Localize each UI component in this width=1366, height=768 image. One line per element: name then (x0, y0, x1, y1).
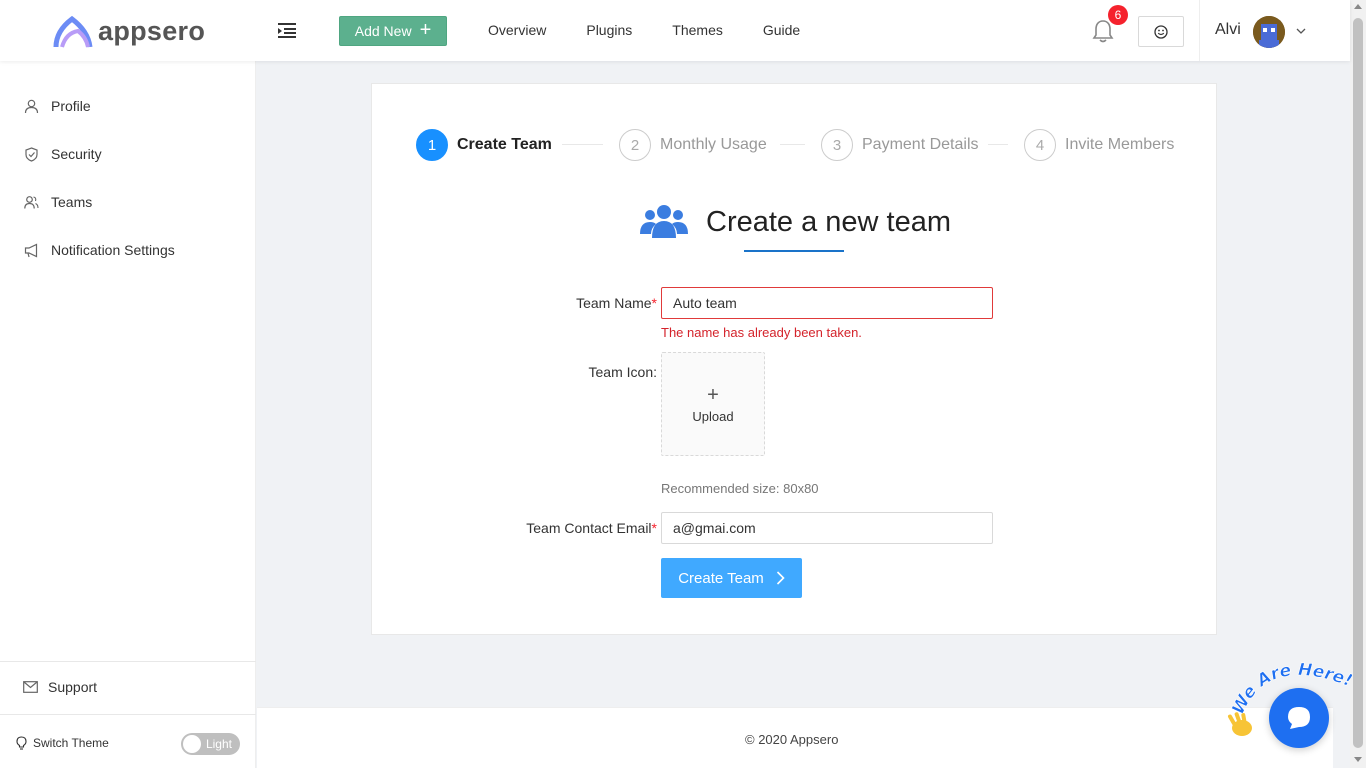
sidebar-item-label: Security (51, 146, 102, 162)
create-team-label: Create Team (678, 569, 764, 587)
logo-text: appsero (98, 15, 206, 46)
feedback-button[interactable] (1138, 16, 1184, 47)
sidebar-item-profile[interactable]: Profile (24, 98, 91, 114)
chevron-right-icon (776, 571, 785, 585)
step-connector (988, 144, 1008, 145)
icon-upload[interactable]: + Upload (661, 352, 765, 456)
step-number: 4 (1024, 129, 1056, 161)
nav-guide[interactable]: Guide (763, 22, 800, 38)
top-nav: Overview Plugins Themes Guide (488, 22, 800, 38)
step-number: 2 (619, 129, 651, 161)
team-name-label-text: Team Name (576, 295, 652, 311)
nav-themes[interactable]: Themes (672, 22, 723, 38)
team-name-input[interactable]: Auto team (661, 287, 993, 319)
email-label-text: Team Contact Email (526, 520, 652, 536)
support-row: Support (0, 661, 256, 715)
title-underline (744, 250, 844, 252)
step-invite-members: 4 Invite Members (1024, 129, 1174, 161)
switch-theme-label: Switch Theme (33, 736, 109, 750)
create-team-card: 1 Create Team 2 Monthly Usage 3 Payment … (371, 83, 1217, 635)
mail-icon (23, 681, 38, 693)
theme-toggle[interactable]: Light (181, 733, 240, 755)
sidebar-item-label: Teams (51, 194, 93, 210)
sidebar-item-security[interactable]: Security (24, 146, 102, 162)
step-number: 3 (821, 129, 853, 161)
notification-badge: 6 (1108, 5, 1128, 25)
create-team-button[interactable]: Create Team (661, 558, 802, 598)
recommended-size-hint: Recommended size: 80x80 (661, 481, 819, 496)
toggle-knob (183, 735, 201, 753)
theme-toggle-label: Light (205, 737, 232, 751)
required-mark: * (651, 520, 657, 536)
chat-button[interactable] (1269, 688, 1329, 748)
top-header: appsero Add New + Overview Plugins Theme… (0, 0, 1350, 61)
appsero-logo-icon (53, 15, 93, 48)
step-label: Invite Members (1065, 136, 1175, 153)
nav-plugins[interactable]: Plugins (586, 22, 632, 38)
support-link[interactable]: Support (23, 679, 97, 695)
avatar[interactable] (1253, 16, 1285, 48)
footer: © 2020 Appsero (257, 707, 1333, 768)
avatar-image (1253, 16, 1285, 48)
team-icon (24, 195, 39, 209)
bulb-icon (16, 736, 27, 750)
team-name-error: The name has already been taken. (661, 325, 862, 340)
switch-theme-row: Switch Theme (16, 736, 109, 750)
copyright: © 2020 Appsero (745, 732, 839, 747)
label-colon: : (653, 364, 657, 380)
chat-bubble-icon (1288, 707, 1310, 729)
step-payment-details: 3 Payment Details (821, 129, 979, 161)
add-new-label: Add New (354, 23, 412, 39)
team-icon-label-text: Team Icon (588, 364, 654, 380)
menu-fold-icon[interactable] (278, 22, 296, 38)
scrollbar[interactable] (1350, 0, 1366, 768)
megaphone-icon (24, 243, 38, 257)
team-name-label: Team Name* (522, 295, 657, 311)
add-new-button[interactable]: Add New + (339, 16, 447, 46)
step-connector (780, 144, 805, 145)
sidebar-item-label: Profile (51, 98, 91, 114)
step-label: Payment Details (862, 136, 979, 153)
plus-icon: + (707, 383, 719, 406)
divider (1199, 0, 1200, 61)
step-number: 1 (416, 129, 448, 161)
user-name[interactable]: Alvi (1215, 21, 1241, 39)
plus-icon: + (419, 19, 432, 41)
sidebar-item-notification-settings[interactable]: Notification Settings (24, 242, 175, 258)
chevron-down-icon[interactable] (1296, 26, 1306, 36)
sidebar: Profile Security Teams Notification Sett… (0, 61, 256, 768)
team-icon-label: Team Icon: (522, 364, 657, 380)
step-create-team: 1 Create Team (416, 129, 552, 161)
scrollbar-thumb[interactable] (1353, 18, 1363, 748)
form-title: Create a new team (640, 204, 951, 240)
team-group-icon (640, 205, 688, 238)
step-monthly-usage: 2 Monthly Usage (619, 129, 767, 161)
page-title: Create a new team (706, 205, 952, 238)
nav-overview[interactable]: Overview (488, 22, 546, 38)
sidebar-item-teams[interactable]: Teams (24, 194, 92, 210)
smile-icon (1154, 24, 1168, 39)
email-label: Team Contact Email* (472, 520, 657, 536)
user-icon (24, 99, 39, 113)
step-connector (562, 144, 603, 145)
logo[interactable]: appsero (52, 13, 205, 49)
scroll-down-arrow[interactable] (1354, 757, 1362, 762)
step-label: Create Team (457, 136, 552, 153)
email-field[interactable]: a@gmai.com (661, 512, 993, 544)
sidebar-item-label: Notification Settings (51, 242, 175, 258)
upload-label: Upload (692, 408, 734, 424)
waving-hand-icon (1228, 712, 1252, 736)
support-label: Support (48, 679, 98, 695)
shield-icon (25, 146, 38, 162)
required-mark: * (651, 295, 657, 311)
scroll-up-arrow[interactable] (1354, 4, 1362, 9)
step-label: Monthly Usage (660, 136, 767, 153)
